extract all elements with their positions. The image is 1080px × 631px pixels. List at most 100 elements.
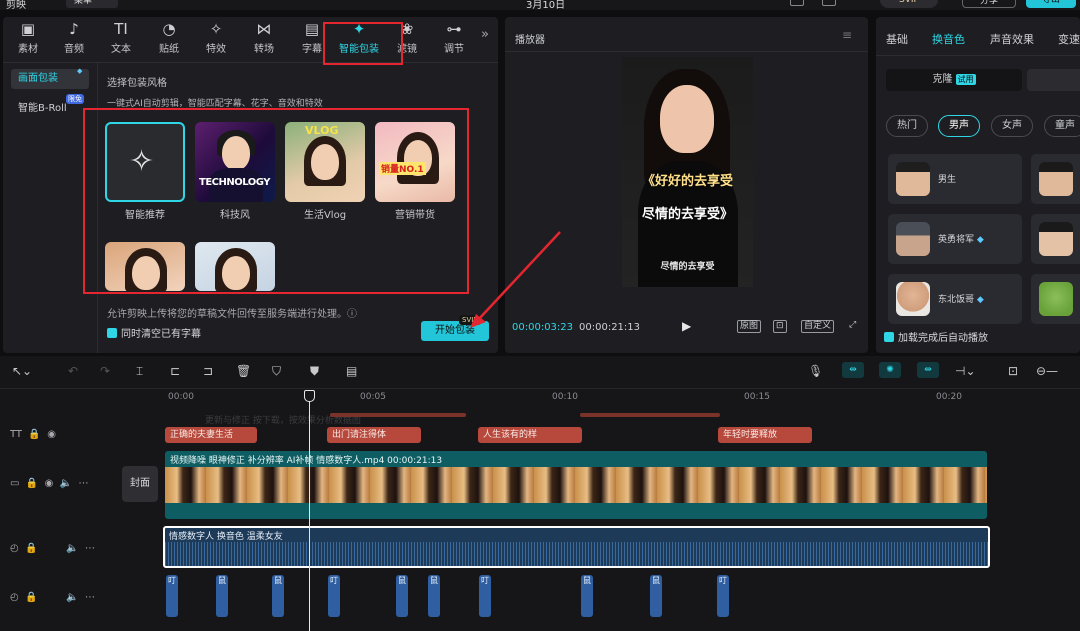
menu-button[interactable]: 菜单 bbox=[66, 0, 118, 8]
voice-option-button[interactable] bbox=[1027, 69, 1080, 91]
lock-icon[interactable]: 🔒 bbox=[25, 543, 37, 554]
more-icon[interactable]: ⋯ bbox=[85, 592, 95, 603]
split-icon[interactable]: ⌶ bbox=[136, 364, 143, 379]
play-icon[interactable]: ▶ bbox=[682, 319, 691, 333]
volume-icon[interactable]: 🔈 bbox=[66, 592, 78, 603]
text-clip[interactable]: 出门请注得体 bbox=[327, 427, 421, 443]
chip-child[interactable]: 童声 bbox=[1044, 115, 1080, 137]
original-button[interactable]: 原图 bbox=[737, 320, 762, 333]
tab-voice-change[interactable]: 换音色 bbox=[932, 31, 965, 47]
redo-icon[interactable]: ↷ bbox=[100, 364, 110, 378]
tab-speed[interactable]: 变速 bbox=[1058, 31, 1080, 47]
sfx-clip[interactable]: 鼠 bbox=[396, 575, 408, 617]
more-icon[interactable]: ⋯ bbox=[79, 478, 89, 489]
tool-effects[interactable]: ✧ 特效 bbox=[193, 20, 239, 55]
select-cursor-icon[interactable]: ↖⌄ bbox=[12, 364, 32, 378]
sfx-clip[interactable]: 鼠 bbox=[428, 575, 440, 617]
voice-avatar bbox=[1039, 222, 1073, 256]
checkbox-icon[interactable] bbox=[884, 332, 894, 342]
crop-icon[interactable]: ⊡ bbox=[773, 320, 787, 333]
preview-axis-icon[interactable]: ⊣⌄ bbox=[955, 364, 976, 378]
tool-label: 贴纸 bbox=[159, 44, 179, 55]
chip-male[interactable]: 男声 bbox=[938, 115, 980, 137]
custom-ratio-button[interactable]: 自定义 bbox=[801, 320, 835, 333]
sfx-clip[interactable]: 鼠 bbox=[216, 575, 228, 617]
more-tools-icon[interactable]: » bbox=[481, 27, 489, 42]
text-clip-slim[interactable] bbox=[330, 413, 466, 417]
microphone-icon[interactable]: 🎙 bbox=[808, 364, 823, 378]
tool-audio[interactable]: ♪ 音频 bbox=[51, 20, 97, 55]
share-button[interactable]: 分享 bbox=[962, 0, 1016, 8]
cover-button[interactable]: 封面 bbox=[122, 466, 158, 502]
eye-icon[interactable]: ◉ bbox=[47, 429, 56, 440]
chip-female[interactable]: 女声 bbox=[991, 115, 1033, 137]
more-icon[interactable]: ⋯ bbox=[85, 543, 95, 554]
voice-card[interactable] bbox=[1031, 274, 1080, 324]
voice-card[interactable] bbox=[1031, 214, 1080, 264]
lock-icon[interactable]: 🔒 bbox=[25, 592, 37, 603]
magnet-icon[interactable]: ✺ bbox=[879, 362, 901, 378]
svip-button[interactable]: SVIP bbox=[880, 0, 938, 8]
sfx-clip[interactable]: 鼠 bbox=[272, 575, 284, 617]
tool-sticker[interactable]: ◔ 贴纸 bbox=[146, 20, 192, 55]
delete-icon[interactable]: 🗑 bbox=[236, 364, 251, 378]
trim-right-icon[interactable]: ⊐ bbox=[203, 364, 213, 378]
undo-icon[interactable]: ↶ bbox=[68, 364, 78, 378]
player-panel: 播放器 ≡ 《好好的去享受 尽情的去享受》 尽情的去享受 00:00:03:23… bbox=[505, 17, 868, 353]
voice-card[interactable]: 东北饭哥 ◆ bbox=[888, 274, 1022, 324]
layout-icon[interactable] bbox=[790, 0, 804, 6]
voice-clone-button[interactable]: 克隆 试用 bbox=[886, 69, 1022, 91]
sfx-clip[interactable]: 鼠 bbox=[581, 575, 593, 617]
text-clip-slim[interactable] bbox=[580, 413, 720, 417]
time-ruler[interactable]: 00:00 00:05 00:10 00:15 00:20 bbox=[165, 390, 1080, 406]
volume-icon[interactable]: 🔈 bbox=[66, 543, 78, 554]
text-clip[interactable]: 人生该有的样 bbox=[478, 427, 582, 443]
chip-hot[interactable]: 热门 bbox=[886, 115, 928, 137]
sfx-clip[interactable]: 叮 bbox=[479, 575, 491, 617]
menu-icon[interactable]: ≡ bbox=[842, 28, 852, 42]
video-preview[interactable]: 《好好的去享受 尽情的去享受》 尽情的去享受 bbox=[622, 57, 753, 287]
fullscreen-icon[interactable]: ⤢ bbox=[847, 320, 858, 331]
video-clip[interactable]: 视频降噪 眼神修正 补分辨率 AI补帧 情感数字人.mp4 00:00:21:1… bbox=[165, 451, 987, 519]
auto-play-option[interactable]: 加载完成后自动播放 bbox=[884, 329, 988, 344]
playhead-handle[interactable] bbox=[304, 390, 315, 402]
project-date: 3月10日 bbox=[526, 0, 566, 11]
lock-icon[interactable]: 🔒 bbox=[28, 429, 40, 440]
sfx-clip[interactable]: 叮 bbox=[717, 575, 729, 617]
lock-icon[interactable]: 🔒 bbox=[26, 478, 38, 489]
tab-basic[interactable]: 基础 bbox=[886, 31, 908, 47]
tool-adjust[interactable]: ⊶ 调节 bbox=[431, 20, 477, 55]
zoom-out-icon[interactable]: ⊖— bbox=[1036, 364, 1058, 378]
voice-card[interactable] bbox=[1031, 154, 1080, 204]
voice-card[interactable]: 英勇将军 ◆ bbox=[888, 214, 1022, 264]
tool-text[interactable]: TI 文本 bbox=[98, 20, 144, 55]
shield-icon[interactable]: ⛊ bbox=[310, 364, 319, 379]
checkbox-icon[interactable] bbox=[107, 328, 117, 338]
caption-track-icon[interactable]: ⊡ bbox=[1008, 364, 1018, 378]
snap-icon[interactable]: ⇹ bbox=[917, 362, 939, 378]
total-timecode: 00:00:21:13 bbox=[579, 322, 641, 333]
link-icon[interactable]: ⇹ bbox=[842, 362, 864, 378]
clear-subtitles-option[interactable]: 同时清空已有字幕 bbox=[107, 325, 201, 340]
sfx-clip[interactable]: 叮 bbox=[328, 575, 340, 617]
smart-caption-icon[interactable]: ▤ bbox=[346, 364, 357, 378]
sfx-clip[interactable]: 叮 bbox=[166, 575, 178, 617]
playhead[interactable] bbox=[309, 392, 310, 631]
eye-icon[interactable]: ◉ bbox=[45, 478, 54, 489]
export-button[interactable]: 导出 bbox=[1026, 0, 1076, 8]
tab-sound-effect[interactable]: 声音效果 bbox=[990, 31, 1034, 47]
tool-media[interactable]: ▣ 素材 bbox=[5, 20, 51, 55]
audio-icon: ♪ bbox=[69, 20, 79, 38]
tool-label: 特效 bbox=[206, 44, 226, 55]
text-clip[interactable]: 正确的夫妻生活 bbox=[165, 427, 257, 443]
audio-clip[interactable]: 情感数字人 换音色 温柔女友 bbox=[163, 526, 990, 568]
ratio-icon[interactable] bbox=[822, 0, 836, 6]
tool-label: 文本 bbox=[111, 44, 131, 55]
voice-card[interactable]: 男生 bbox=[888, 154, 1022, 204]
text-clip[interactable]: 年轻时要释放 bbox=[718, 427, 812, 443]
tool-transition[interactable]: ⋈ 转场 bbox=[241, 20, 287, 55]
trim-left-icon[interactable]: ⊏ bbox=[170, 364, 180, 378]
marker-icon[interactable]: ⛉ bbox=[272, 364, 281, 379]
sfx-clip[interactable]: 鼠 bbox=[650, 575, 662, 617]
volume-icon[interactable]: 🔈 bbox=[60, 478, 72, 489]
